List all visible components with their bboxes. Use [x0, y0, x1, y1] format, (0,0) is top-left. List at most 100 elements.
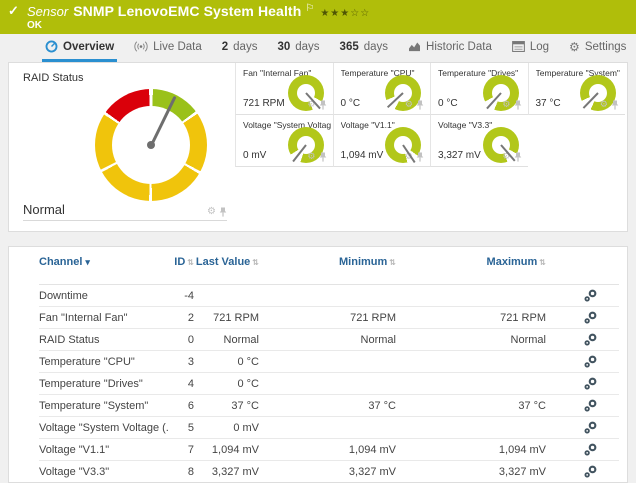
cell-channel[interactable]: Temperature "System" — [39, 400, 169, 412]
channel-table: Channel▾ ID⇅ Last Value⇅ Minimum⇅ Maximu… — [39, 247, 619, 483]
log-icon — [512, 41, 525, 52]
channel-settings-icon[interactable] — [584, 311, 597, 324]
channel-settings-icon[interactable] — [584, 465, 597, 478]
pin-icon[interactable] — [319, 152, 327, 162]
cell-channel[interactable]: Voltage "V1.1" — [39, 444, 169, 456]
cell-last-value: 0 mV — [194, 422, 259, 434]
tab-label: days — [233, 41, 257, 53]
table-row: Temperature "CPU"30 °C — [39, 351, 619, 373]
pin-icon[interactable] — [416, 152, 424, 162]
tab-label: Live Data — [153, 41, 202, 53]
column-header-last-value[interactable]: Last Value⇅ — [194, 256, 259, 269]
gauge-tile: Temperature "Drives"0 °C⚙ — [430, 63, 528, 115]
channel-settings-icon[interactable] — [584, 355, 597, 368]
gauge-tile: Fan "Internal Fan"721 RPM⚙ — [235, 63, 333, 115]
cell-id: -4 — [169, 290, 194, 302]
table-body: Downtime-4Fan "Internal Fan"2721 RPM721 … — [39, 285, 619, 483]
cell-channel[interactable]: Voltage "System Voltage (... — [39, 422, 169, 434]
cell-channel[interactable]: Fan "Internal Fan" — [39, 312, 169, 324]
gear-icon[interactable]: ⚙ — [207, 207, 216, 217]
tab-2-days[interactable]: 2 days — [219, 34, 261, 62]
tab-number: 2 — [222, 41, 228, 53]
table-row: Downtime-4 — [39, 285, 619, 307]
tab-number: 30 — [277, 41, 290, 53]
cell-id: 8 — [169, 466, 194, 478]
gear-icon[interactable]: ⚙ — [502, 101, 510, 110]
gear-icon[interactable]: ⚙ — [600, 101, 608, 110]
cell-channel[interactable]: Downtime — [39, 290, 169, 302]
historic-data-icon — [408, 41, 421, 52]
empty-tile — [528, 115, 626, 167]
table-row: Temperature "System"637 °C37 °C37 °C — [39, 395, 619, 417]
gear-icon[interactable]: ⚙ — [405, 101, 413, 110]
cell-last-value: 721 RPM — [194, 312, 259, 324]
gauge-dial — [483, 127, 519, 163]
cell-maximum: 3,327 mV — [396, 466, 546, 478]
raid-tile-icons: ⚙ — [207, 207, 227, 217]
page-title: SNMP LenovoEMC System Health — [73, 3, 301, 19]
channel-settings-icon[interactable] — [584, 443, 597, 456]
tab-label: days — [364, 41, 388, 53]
gauge-tile-icons: ⚙ — [502, 100, 521, 110]
cell-channel[interactable]: Voltage "V3.3" — [39, 466, 169, 478]
tab-number: 365 — [340, 41, 359, 53]
channel-settings-icon[interactable] — [584, 333, 597, 346]
gauge-value: 0 °C — [341, 98, 361, 109]
live-data-icon — [134, 40, 148, 53]
tab-bar: Overview Live Data 2 days 30 days 365 days Histo… — [0, 34, 636, 62]
sort-icon: ⇅ — [252, 258, 259, 267]
tab-historic-data[interactable]: Historic Data — [405, 34, 495, 62]
priority-stars[interactable]: ★★★☆☆ — [320, 8, 370, 19]
table-row: Voltage "V3.3"83,327 mV3,327 mV3,327 mV — [39, 461, 619, 483]
cell-channel[interactable]: Temperature "CPU" — [39, 356, 169, 368]
raid-status-value: Normal — [23, 202, 65, 217]
channel-settings-icon[interactable] — [584, 289, 597, 302]
gauge-grid: Fan "Internal Fan"721 RPM⚙Temperature "C… — [235, 63, 625, 167]
cell-minimum: 37 °C — [259, 400, 396, 412]
tab-log[interactable]: Log — [509, 34, 552, 62]
cell-channel[interactable]: RAID Status — [39, 334, 169, 346]
column-header-minimum[interactable]: Minimum⇅ — [259, 256, 396, 269]
gauge-value: 1,094 mV — [341, 150, 384, 161]
tab-365-days[interactable]: 365 days — [337, 34, 391, 62]
tab-live-data[interactable]: Live Data — [131, 34, 205, 62]
object-kind-label: Sensor — [27, 4, 68, 19]
tab-overview[interactable]: Overview — [42, 34, 117, 62]
gauge-tile: Temperature "System"37 °C⚙ — [528, 63, 626, 115]
channel-settings-icon[interactable] — [584, 377, 597, 390]
gauge-value: 0 mV — [243, 150, 266, 161]
pin-icon[interactable] — [219, 207, 227, 217]
gauge-tile: Temperature "CPU"0 °C⚙ — [333, 63, 431, 115]
cell-channel[interactable]: Temperature "Drives" — [39, 378, 169, 390]
channel-settings-icon[interactable] — [584, 421, 597, 434]
table-row: Voltage "V1.1"71,094 mV1,094 mV1,094 mV — [39, 439, 619, 461]
sort-desc-icon: ▾ — [85, 257, 90, 267]
cell-last-value: 0 °C — [194, 378, 259, 390]
overview-panel: RAID Status Normal ⚙ Fan "Internal Fan"7… — [8, 62, 628, 232]
pin-icon[interactable] — [514, 100, 522, 110]
gauge-value: 0 °C — [438, 98, 458, 109]
flag-icon[interactable]: ⚐ — [305, 3, 314, 14]
tab-label: Historic Data — [426, 41, 492, 53]
cell-minimum: 721 RPM — [259, 312, 396, 324]
sensor-status-header: ✓ SensorSNMP LenovoEMC System Health⚐★★★… — [0, 0, 636, 34]
column-header-id[interactable]: ID⇅ — [169, 256, 194, 269]
column-header-maximum[interactable]: Maximum⇅ — [396, 256, 546, 269]
gauge-tile: Voltage "System Voltage (12...0 mV⚙ — [235, 115, 333, 167]
cell-minimum: Normal — [259, 334, 396, 346]
tab-30-days[interactable]: 30 days — [274, 34, 322, 62]
table-row: RAID Status0NormalNormalNormal — [39, 329, 619, 351]
tab-settings[interactable]: ⚙Settings — [566, 34, 629, 62]
raid-status-footer: Normal ⚙ — [23, 202, 227, 221]
pin-icon[interactable] — [611, 100, 619, 110]
table-row: Temperature "Drives"40 °C — [39, 373, 619, 395]
gauge-tile: Voltage "V1.1"1,094 mV⚙ — [333, 115, 431, 167]
column-header-channel[interactable]: Channel▾ — [39, 256, 169, 269]
pin-icon[interactable] — [416, 100, 424, 110]
gear-icon[interactable]: ⚙ — [307, 153, 315, 162]
tab-label: days — [295, 41, 319, 53]
channel-settings-icon[interactable] — [584, 399, 597, 412]
gauge-tile-icons: ⚙ — [600, 100, 619, 110]
table-header-row: Channel▾ ID⇅ Last Value⇅ Minimum⇅ Maximu… — [39, 247, 619, 285]
cell-last-value: 37 °C — [194, 400, 259, 412]
